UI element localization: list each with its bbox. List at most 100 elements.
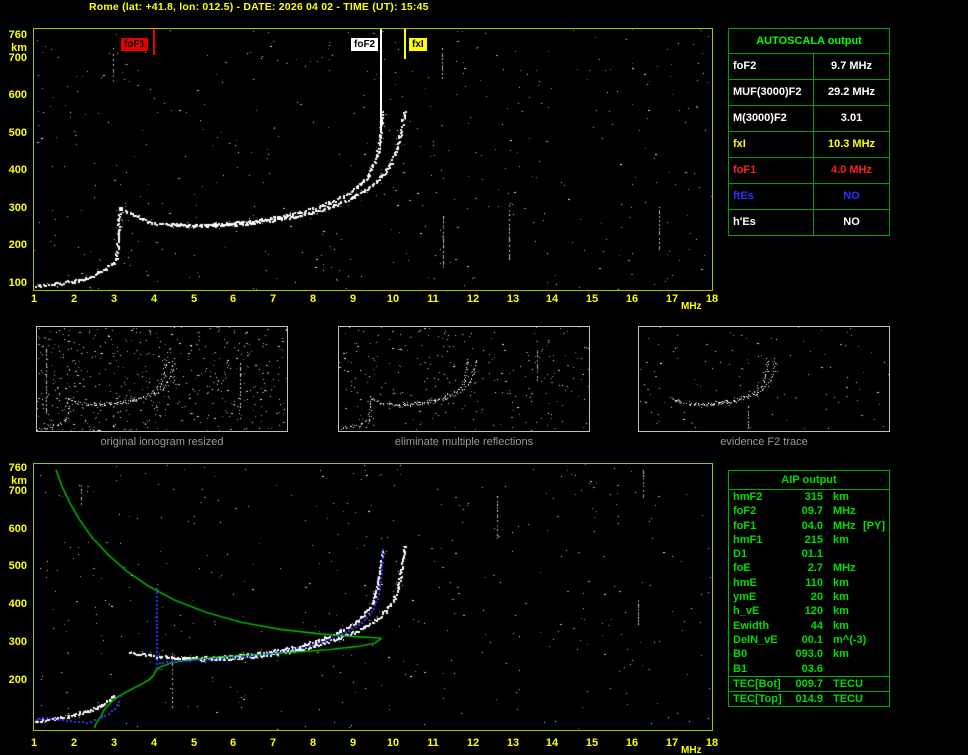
tec-value: 014.9 [795,692,823,705]
aip-parameter-name: Ewidth [733,619,770,632]
autoscala-table-rows: foF2 9.7 MHz MUF(3000)F2 29.2 MHz M(3000)F2 3… [729,54,889,235]
aip-parameter-name: hmE [733,576,757,589]
parameter-value: 4.0 MHz [831,164,872,176]
aip-parameter-flag [861,662,889,676]
aip-parameter-flag [861,533,889,547]
y-tick-label: 700 [8,485,27,497]
restored-ionogram-canvas [34,464,712,730]
parameter-label: MUF(3000)F2 [729,80,814,105]
aip-row-fof2: foF2 09.7 MHz [729,504,889,518]
x-tick-label: 11 [427,293,439,305]
aip-parameter-flag [861,576,889,590]
parameter-value: 29.2 MHz [827,86,876,98]
fof1-marker-line [153,29,155,55]
x-tick-label: 10 [386,737,400,749]
aip-parameter-unit: km [833,605,849,618]
aip-parameter-unit: km [833,533,849,546]
x-tick-label: 16 [625,293,639,305]
aip-parameter-unit: km [833,491,849,503]
restored-ionogram-plot [33,463,713,731]
aip-parameter-value: 315 [804,491,823,503]
y-tick-label: 700 [8,52,27,64]
x-tick-label: 3 [110,293,118,305]
aip-parameter-unit: km [833,576,849,589]
y-tick-label: 600 [8,523,27,535]
top-plot-y-axis: 760 km 700 600 500 400 300 200 100 [0,28,29,291]
panel-caption-f2-trace: evidence F2 trace [720,436,808,448]
aip-row-b1: B1 03.6 [729,662,889,676]
y-tick-label: 200 [8,674,27,686]
y-tick-label: 600 [8,89,27,101]
tec-name: TEC[Bot] [733,677,781,690]
panel-caption-reflections: eliminate multiple reflections [394,436,534,448]
aip-parameter-value: 120 [804,605,823,618]
tec-row-0: TEC[Bot] 009.7 TECU [729,675,889,691]
aip-parameter-name: hmF2 [733,491,763,503]
bottom-plot-x-axis: 1 2 3 4 5 6 7 8 9 10 11 12 13 14 15 16 17 18 [31,737,734,751]
panel-evidence-f2-trace [638,326,890,432]
x-tick-label: 4 [150,737,158,749]
panel-eliminate-reflections-canvas [339,327,589,431]
aip-row-hve: h_vE 120 km [729,604,889,618]
aip-parameter-unit: m^(-3) [833,633,867,646]
aip-parameter-value: 00.1 [801,633,823,646]
x-tick-label: 1 [30,293,38,305]
autoscala-table-header: AUTOSCALA output [729,29,889,54]
aip-parameter-value: 01.1 [801,548,823,561]
aip-parameter-name: D1 [733,548,748,561]
y-tick-label: 400 [8,598,27,610]
aip-parameter-flag [861,547,889,561]
y-tick-label: 200 [8,239,27,251]
aip-parameter-name: B1 [733,662,748,675]
panel-eliminate-reflections [338,326,590,432]
x-tick-label: 9 [349,293,357,305]
fof2-marker-label: foF2 [351,38,379,51]
aip-parameter-value: 44 [810,619,823,632]
fxi-marker-label: fxI [409,38,427,51]
y-tick-label: 500 [8,560,27,572]
parameter-value: NO [843,190,860,202]
x-tick-label: 18 [705,293,719,305]
x-tick-label: 10 [386,293,400,305]
fof1-marker-label: foF1 [121,38,149,51]
parameter-value: NO [843,216,860,228]
panel-evidence-f2-trace-canvas [639,327,889,431]
aip-row-foe: foE 2.7 MHz [729,561,889,575]
top-plot-x-unit-label: MHz [681,301,702,312]
autoscala-row-fof2: foF2 9.7 MHz [729,54,889,80]
aip-parameter-flag [861,604,889,618]
y-tick-label: 500 [8,127,27,139]
y-tick-label: 300 [8,202,27,214]
x-tick-label: 11 [427,737,439,749]
x-tick-label: 9 [349,737,357,749]
panel-caption-original: original ionogram resized [100,436,224,448]
aip-row-b0: B0 093.0 km [729,647,889,661]
aip-parameter-name: ymE [733,591,757,604]
aip-parameter-flag [861,619,889,633]
aip-parameter-name: B0 [733,648,748,661]
autoscala-row-muf3000f2: MUF(3000)F2 29.2 MHz [729,80,889,106]
x-tick-label: 8 [309,737,317,749]
y-tick-label: 100 [8,277,27,289]
x-tick-label: 6 [229,293,237,305]
aip-parameter-value: 2.7 [807,562,823,575]
aip-parameter-flag [861,561,889,575]
aip-row-hme: hmE 110 km [729,576,889,590]
autoscala-row-hes: h'Es NO [729,210,889,235]
bottom-plot-x-unit-label: MHz [681,745,702,755]
tec-unit: TECU [833,692,863,705]
aip-parameter-unit: km [833,619,849,632]
aip-row-delnve: DelN_vE 00.1 m^(-3) [729,633,889,647]
x-tick-label: 14 [545,737,559,749]
top-plot-x-axis: 1 2 3 4 5 6 7 8 9 10 11 12 13 14 15 16 17 18 [31,293,734,307]
autoscala-application-screen: Rome (lat: +41.8, lon: 012.5) - DATE: 20… [0,0,968,755]
x-tick-label: 4 [150,293,158,305]
panel-original-ionogram-canvas [37,327,287,431]
y-tick-label: 400 [8,164,27,176]
x-tick-label: 8 [309,293,317,305]
autoscala-row-m3000f2: M(3000)F2 3.01 [729,106,889,132]
x-tick-label: 6 [229,737,237,749]
aip-row-d1: D1 01.1 [729,547,889,561]
aip-parameter-unit: km [833,648,849,661]
aip-parameter-name: h_vE [733,605,760,618]
